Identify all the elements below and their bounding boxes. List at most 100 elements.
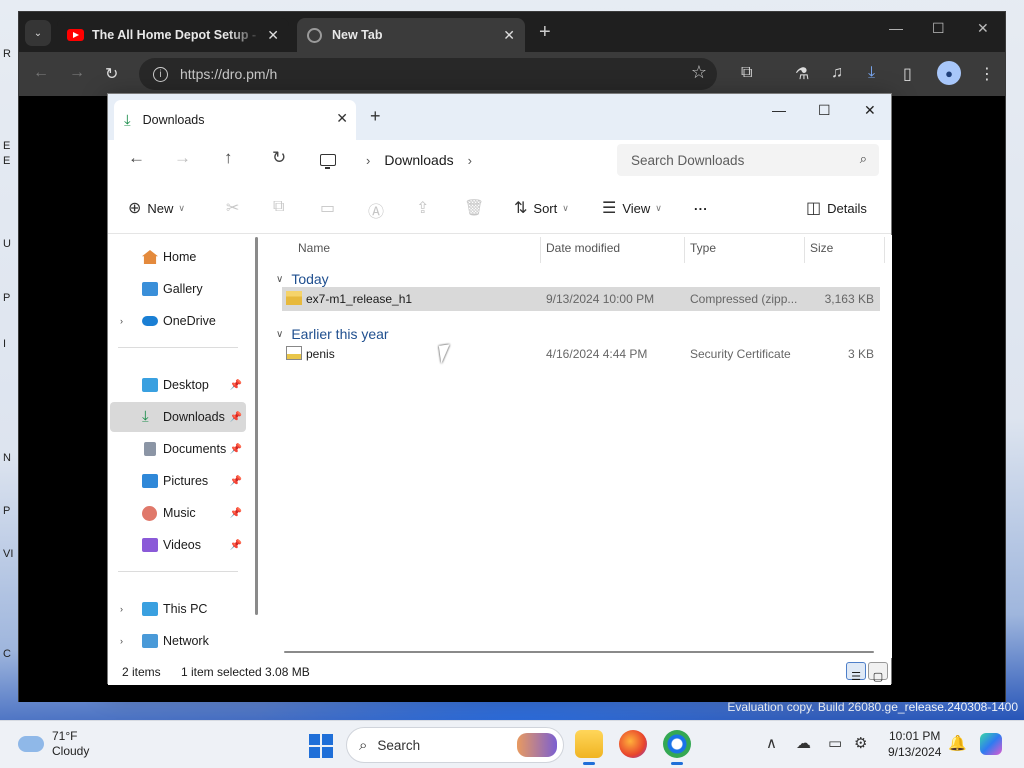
- pin-icon[interactable]: 📌: [230, 508, 242, 519]
- file-row[interactable]: penis 4/16/2024 4:44 PM Security Certifica…: [282, 342, 880, 366]
- maximize-icon[interactable]: ☐: [818, 102, 831, 119]
- chrome-tab-youtube[interactable]: The All Home Depot Setup - Yo ✕: [57, 18, 289, 52]
- column-divider[interactable]: [884, 237, 885, 263]
- pin-icon[interactable]: 📌: [230, 476, 242, 487]
- column-header-date[interactable]: Date modified: [546, 241, 620, 255]
- nav-item-downloads[interactable]: ⤓ Downloads 📌: [110, 402, 246, 432]
- pin-icon[interactable]: 📌: [230, 412, 242, 423]
- site-info-icon[interactable]: i: [153, 66, 168, 82]
- weather-widget[interactable]: 71°F Cloudy: [18, 729, 89, 759]
- firefox-taskbar-icon[interactable]: [619, 730, 647, 758]
- nav-item-gallery[interactable]: Gallery: [110, 274, 246, 304]
- horizontal-scrollbar[interactable]: [284, 651, 874, 653]
- paste-button[interactable]: ▭: [320, 198, 341, 218]
- tiles-view-button[interactable]: ▢: [868, 662, 888, 683]
- nav-item-onedrive[interactable]: › OneDrive: [110, 306, 246, 336]
- close-window-icon[interactable]: ✕: [864, 102, 876, 119]
- column-header-name[interactable]: Name: [298, 241, 330, 255]
- extensions-icon[interactable]: ⧉: [741, 64, 752, 82]
- rename-button[interactable]: Ⓐ: [368, 198, 390, 222]
- media-control-icon[interactable]: ♫: [831, 64, 843, 82]
- chevron-right-icon[interactable]: ›: [366, 153, 370, 168]
- close-tab-icon[interactable]: ✕: [267, 27, 279, 44]
- breadcrumb[interactable]: › Downloads ›: [310, 144, 600, 176]
- minimize-icon[interactable]: —: [889, 20, 903, 36]
- chevron-down-icon: ∨: [655, 202, 662, 213]
- copilot-icon[interactable]: [980, 733, 1002, 755]
- chrome-tab-newtab[interactable]: New Tab ✕: [297, 18, 525, 52]
- clock[interactable]: 10:01 PM 9/13/2024: [888, 728, 941, 760]
- nav-item-videos[interactable]: Videos 📌: [110, 530, 246, 560]
- new-button[interactable]: ⊕ New ∨: [128, 198, 185, 218]
- search-input[interactable]: Search Downloads ⌕: [617, 144, 879, 176]
- refresh-icon[interactable]: ↻: [272, 148, 286, 168]
- new-tab-button[interactable]: +: [539, 21, 551, 44]
- group-header-earlier[interactable]: ∨ Earlier this year: [276, 326, 389, 342]
- pin-icon[interactable]: 📌: [230, 380, 242, 391]
- back-icon[interactable]: ←: [33, 64, 49, 82]
- tab-search-button[interactable]: ⌄: [25, 20, 51, 46]
- start-button-windows-icon[interactable]: [309, 734, 333, 758]
- close-window-icon[interactable]: ✕: [977, 20, 989, 37]
- accessibility-icon[interactable]: ⚙: [854, 734, 867, 752]
- explorer-tab-downloads[interactable]: ⤓ Downloads ✕: [114, 100, 356, 140]
- side-panel-icon[interactable]: ▯: [903, 64, 912, 84]
- file-explorer-taskbar-icon[interactable]: [575, 730, 603, 765]
- nav-item-documents[interactable]: Documents 📌: [110, 434, 246, 464]
- details-view-button[interactable]: ☰: [846, 662, 866, 683]
- details-pane-button[interactable]: ◫ Details: [806, 198, 867, 218]
- forward-icon[interactable]: →: [69, 64, 85, 82]
- view-button[interactable]: ☰ View ∨: [602, 198, 662, 218]
- desktop-icon: [142, 378, 158, 392]
- chevron-up-icon[interactable]: ∧: [766, 734, 777, 752]
- copy-button[interactable]: ⧉: [273, 198, 290, 216]
- chrome-menu-icon[interactable]: ⋮: [979, 64, 995, 84]
- profile-avatar-icon[interactable]: ●: [937, 61, 961, 85]
- nav-item-pictures[interactable]: Pictures 📌: [110, 466, 246, 496]
- delete-button[interactable]: 🗑: [464, 198, 490, 218]
- column-divider[interactable]: [540, 237, 541, 263]
- nav-item-home[interactable]: Home: [110, 242, 246, 272]
- view-label: View: [622, 200, 651, 216]
- minimize-icon[interactable]: —: [772, 102, 786, 118]
- chevron-right-icon[interactable]: ›: [120, 316, 123, 326]
- reload-icon[interactable]: ↻: [105, 64, 118, 84]
- nav-item-this-pc[interactable]: › This PC: [110, 594, 246, 624]
- breadcrumb-item-downloads[interactable]: Downloads: [384, 152, 453, 168]
- labs-flask-icon[interactable]: ⚗: [795, 64, 809, 84]
- nav-item-music[interactable]: Music 📌: [110, 498, 246, 528]
- column-header-type[interactable]: Type: [690, 241, 716, 255]
- chevron-right-icon[interactable]: ›: [120, 604, 123, 614]
- nav-scrollbar[interactable]: [255, 237, 258, 615]
- column-divider[interactable]: [684, 237, 685, 263]
- chevron-right-icon[interactable]: ›: [468, 153, 472, 168]
- share-button[interactable]: ⇪: [416, 198, 435, 218]
- more-options-button[interactable]: ...: [694, 198, 708, 213]
- address-bar[interactable]: i https://dro.pm/h ☆: [139, 58, 717, 90]
- nav-item-network[interactable]: › Network: [110, 626, 246, 656]
- column-header-size[interactable]: Size: [810, 241, 833, 255]
- chevron-right-icon[interactable]: ›: [120, 636, 123, 646]
- forward-icon[interactable]: →: [174, 148, 191, 168]
- close-tab-icon[interactable]: ✕: [503, 27, 515, 44]
- taskbar-search[interactable]: ⌕ Search: [346, 727, 564, 763]
- download-icon[interactable]: ⤓: [868, 64, 875, 82]
- maximize-icon[interactable]: ☐: [932, 20, 945, 37]
- file-row[interactable]: ex7-m1_release_h1 9/13/2024 10:00 PM Compr…: [282, 287, 880, 311]
- display-icon[interactable]: ▭: [828, 734, 842, 752]
- explorer-new-tab-button[interactable]: +: [370, 106, 381, 127]
- pin-icon[interactable]: 📌: [230, 444, 242, 455]
- nav-item-desktop[interactable]: Desktop 📌: [110, 370, 246, 400]
- back-icon[interactable]: ←: [128, 148, 145, 168]
- sort-button[interactable]: ⇅ Sort ∨: [514, 198, 569, 218]
- column-divider[interactable]: [804, 237, 805, 263]
- chrome-taskbar-icon[interactable]: [663, 730, 691, 765]
- pin-icon[interactable]: 📌: [230, 540, 242, 551]
- cut-button[interactable]: ✂: [226, 198, 245, 218]
- bookmark-star-icon[interactable]: ☆: [691, 62, 707, 83]
- cloud-sync-icon[interactable]: ☁: [796, 734, 811, 752]
- up-icon[interactable]: ↑: [224, 148, 233, 168]
- group-header-today[interactable]: ∨ Today: [276, 271, 329, 287]
- notification-bell-icon[interactable]: 🔔: [948, 734, 967, 752]
- close-tab-icon[interactable]: ✕: [336, 110, 348, 127]
